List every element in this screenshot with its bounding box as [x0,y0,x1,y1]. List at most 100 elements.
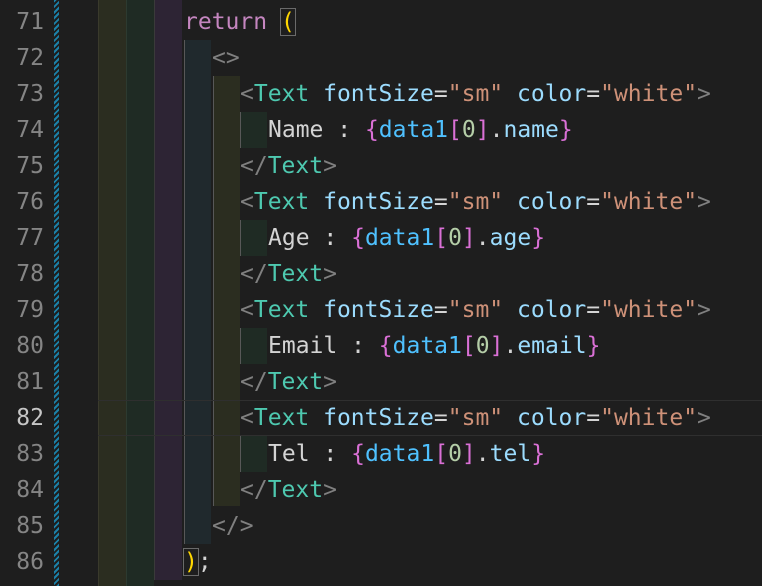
closing-tag-open: </ [240,369,268,395]
indent-guide [126,0,154,586]
return-keyword: return [184,9,268,35]
attr-equals: = [433,81,448,107]
code-line[interactable]: </> [212,508,254,544]
code-line[interactable]: <> [212,40,240,76]
closing-tag-open: </ [240,477,268,503]
line-number: 79 [16,297,44,323]
index-number: 0 [448,441,462,467]
jsx-brace: { [364,117,379,143]
code-line[interactable]: Name : {data1[0].name} [268,112,573,148]
jsx-text: Email : [268,333,379,359]
jsx-brace: } [531,441,546,467]
attr-name: fontSize [323,405,434,431]
line-number: 75 [16,153,44,179]
attr-equals: = [433,189,448,215]
attr-name: fontSize [323,81,434,107]
jsx-brace: } [586,333,601,359]
close-paren: ) [183,548,199,576]
indent-guide-line [240,436,241,472]
code-line[interactable]: </Text> [240,364,337,400]
indent-guide-line [240,220,241,256]
code-line[interactable]: return ( [184,4,296,40]
tag-name: Text [253,189,310,215]
code-line-active[interactable]: <Text fontSize="sm" color="white"> [240,400,711,436]
dot: . [475,441,490,467]
indent-guide-line [184,40,185,544]
variable: data1 [364,441,435,467]
jsx-text: Name : [268,117,365,143]
tag-name: Text [253,81,310,107]
line-number: 85 [16,513,44,539]
tag-open-bracket: < [240,81,254,107]
line-number: 73 [16,81,44,107]
property: email [517,333,587,359]
line-number: 80 [16,333,44,359]
index-bracket: [ [434,225,449,251]
attr-name: color [517,297,587,323]
code-line[interactable]: <Text fontSize="sm" color="white"> [240,292,711,328]
code-line[interactable]: <Text fontSize="sm" color="white"> [240,184,711,220]
dot: . [503,333,518,359]
attr-equals: = [433,405,448,431]
jsx-text: Age : [268,225,352,251]
property: age [489,225,532,251]
fragment-open: <> [212,45,240,71]
indent-guide-line [98,0,99,586]
code-line[interactable]: </Text> [240,148,337,184]
index-bracket: ] [475,117,490,143]
indent-guide [240,328,267,364]
attr-equals: = [586,189,601,215]
attr-value: "white" [600,297,698,323]
dot: . [489,117,504,143]
jsx-brace: } [531,225,546,251]
code-line[interactable]: ); [183,544,212,580]
attr-name: color [517,405,587,431]
attr-equals: = [586,81,601,107]
indent-guide-line [240,328,241,364]
code-editor[interactable]: 71 72 73 74 75 76 77 78 79 80 81 82 83 8… [0,0,762,586]
index-number: 0 [448,225,462,251]
semicolon: ; [197,549,212,575]
property: name [503,117,559,143]
attr-equals: = [433,297,448,323]
line-number: 77 [16,225,44,251]
tag-open-bracket: < [240,189,254,215]
indent-guide-line [213,76,214,506]
index-bracket: [ [448,117,462,143]
jsx-brace: } [558,117,573,143]
indent-guide [154,0,182,580]
code-line[interactable]: </Text> [240,472,337,508]
line-number: 81 [16,369,44,395]
code-line[interactable]: Tel : {data1[0].tel} [268,436,545,472]
tag-name: Text [267,477,324,503]
code-line[interactable]: Age : {data1[0].age} [268,220,545,256]
attr-equals: = [586,405,601,431]
code-line[interactable]: </Text> [240,256,337,292]
attr-value: "sm" [447,189,504,215]
line-number: 74 [16,117,44,143]
code-line[interactable]: <Text fontSize="sm" color="white"> [240,76,711,112]
indent-guide-line [126,0,127,586]
index-bracket: ] [461,441,476,467]
tag-name: Text [267,153,324,179]
line-number: 76 [16,189,44,215]
index-bracket: ] [461,225,476,251]
tag-close-bracket: > [323,369,337,395]
indent-guide [98,0,126,586]
line-number: 71 [16,9,44,35]
tag-close-bracket: > [697,405,711,431]
code-line[interactable]: Email : {data1[0].email} [268,328,600,364]
line-number-active: 82 [16,405,44,431]
tag-close-bracket: > [697,297,711,323]
attr-value: "sm" [447,81,504,107]
closing-tag-open: </ [240,153,268,179]
attr-name: color [517,189,587,215]
jsx-brace: { [378,333,393,359]
open-paren: ( [279,8,296,36]
indent-guide [240,112,267,148]
variable: data1 [364,225,435,251]
line-number-gutter: 71 72 73 74 75 76 77 78 79 80 81 82 83 8… [0,0,56,586]
jsx-brace: { [351,441,365,467]
tag-close-bracket: > [323,153,337,179]
tag-close-bracket: > [323,261,337,287]
